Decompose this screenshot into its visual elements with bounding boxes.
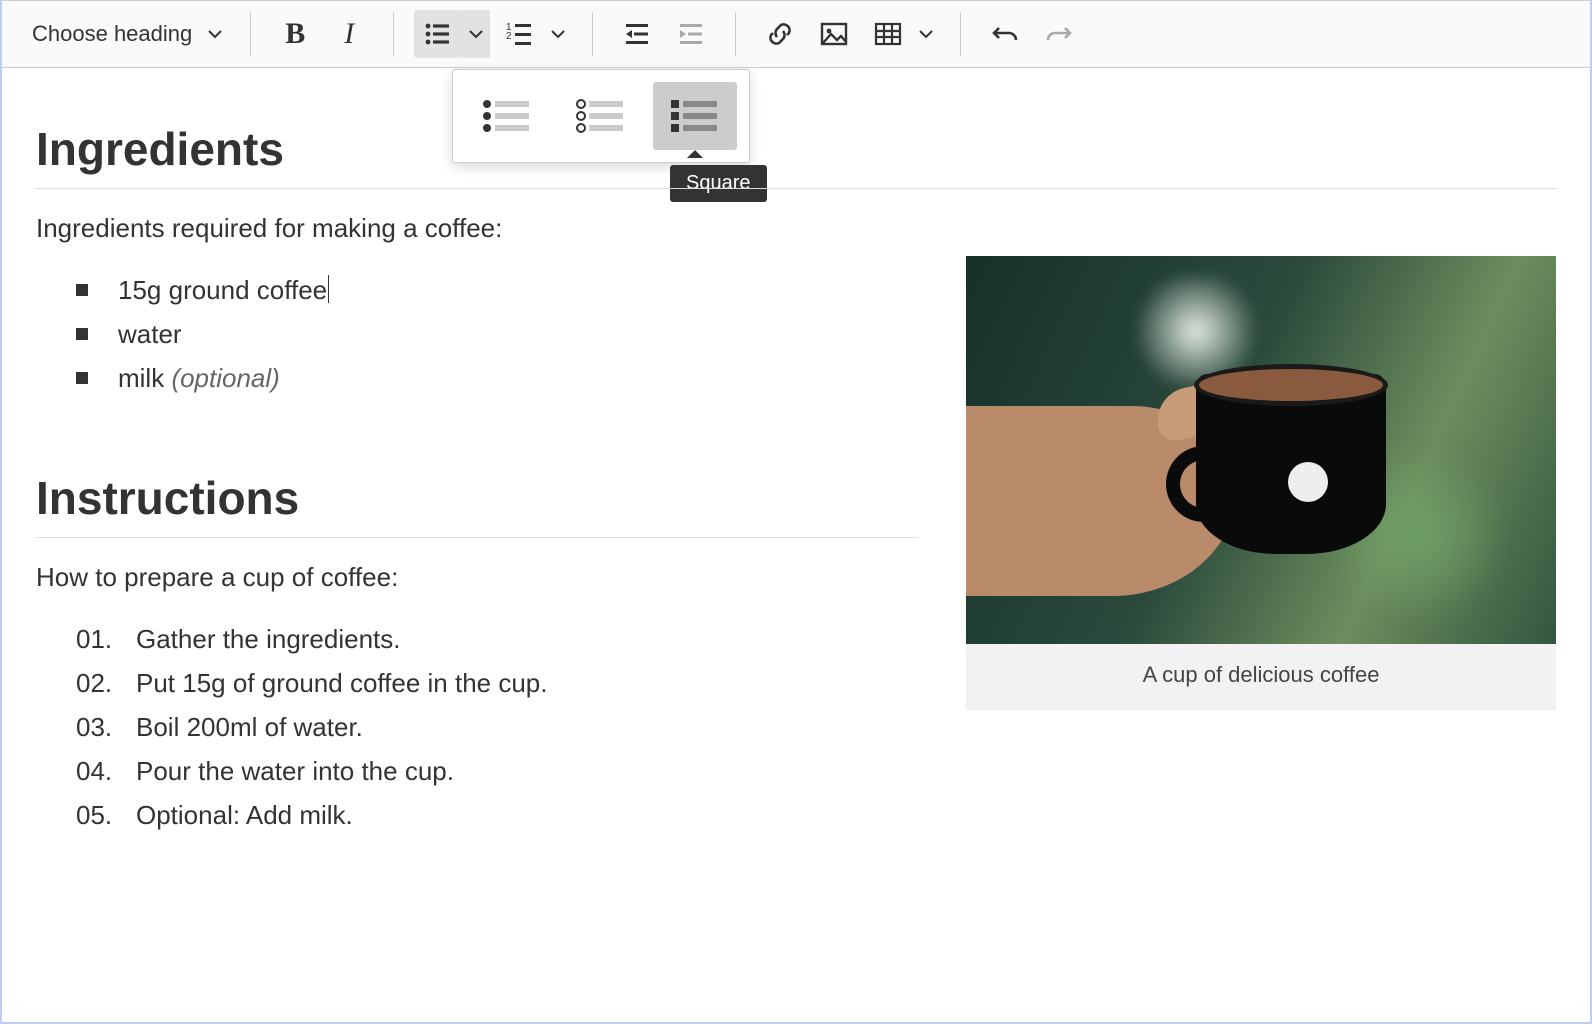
heading-dropdown[interactable]: Choose heading [24,17,230,51]
separator [393,12,394,56]
bold-icon: B [285,17,305,51]
undo-icon [990,19,1020,49]
separator [250,12,251,56]
image-button[interactable] [810,10,858,58]
heading-ingredients[interactable]: Ingredients [36,122,1556,176]
indent-icon [676,19,706,49]
bulleted-list-button[interactable] [414,10,462,58]
separator [960,12,961,56]
editor-toolbar: Choose heading B I 1 2 [2,0,1590,68]
figure[interactable]: A cup of delicious coffee [966,256,1556,710]
undo-button[interactable] [981,10,1029,58]
numbered-list-icon: 1 2 [505,19,535,49]
table-icon [873,19,903,49]
table-dropdown-toggle[interactable] [912,10,940,58]
italic-button[interactable]: I [325,10,373,58]
editor-content[interactable]: Ingredients Ingredients required for mak… [2,68,1590,1022]
bold-button[interactable]: B [271,10,319,58]
svg-text:2: 2 [506,31,512,42]
separator [592,12,593,56]
outdent-icon [622,19,652,49]
numbered-list-dropdown-toggle[interactable] [544,10,572,58]
list-item[interactable]: Boil 200ml of water. [76,705,1556,749]
redo-button[interactable] [1035,10,1083,58]
table-button[interactable] [864,10,912,58]
divider [36,537,918,538]
optional-note: (optional) [171,363,279,393]
figure-image[interactable] [966,256,1556,644]
bulleted-list-dropdown-toggle[interactable] [462,10,490,58]
figure-caption[interactable]: A cup of delicious coffee [966,644,1556,710]
link-button[interactable] [756,10,804,58]
separator [735,12,736,56]
image-icon [819,19,849,49]
redo-icon [1044,19,1074,49]
outdent-button[interactable] [613,10,661,58]
chevron-down-icon [917,25,935,43]
italic-icon: I [344,17,354,51]
numbered-list-button[interactable]: 1 2 [496,10,544,58]
list-item[interactable]: Pour the water into the cup. [76,749,1556,793]
link-icon [765,19,795,49]
bulleted-list-icon [423,19,453,49]
chevron-down-icon [206,25,224,43]
ingredients-intro[interactable]: Ingredients required for making a coffee… [36,213,1556,244]
list-item[interactable]: Optional: Add milk. [76,793,1556,837]
divider [36,188,1556,189]
heading-label: Choose heading [32,21,192,47]
chevron-down-icon [549,25,567,43]
indent-button[interactable] [667,10,715,58]
chevron-down-icon [467,25,485,43]
text-cursor [328,275,329,303]
